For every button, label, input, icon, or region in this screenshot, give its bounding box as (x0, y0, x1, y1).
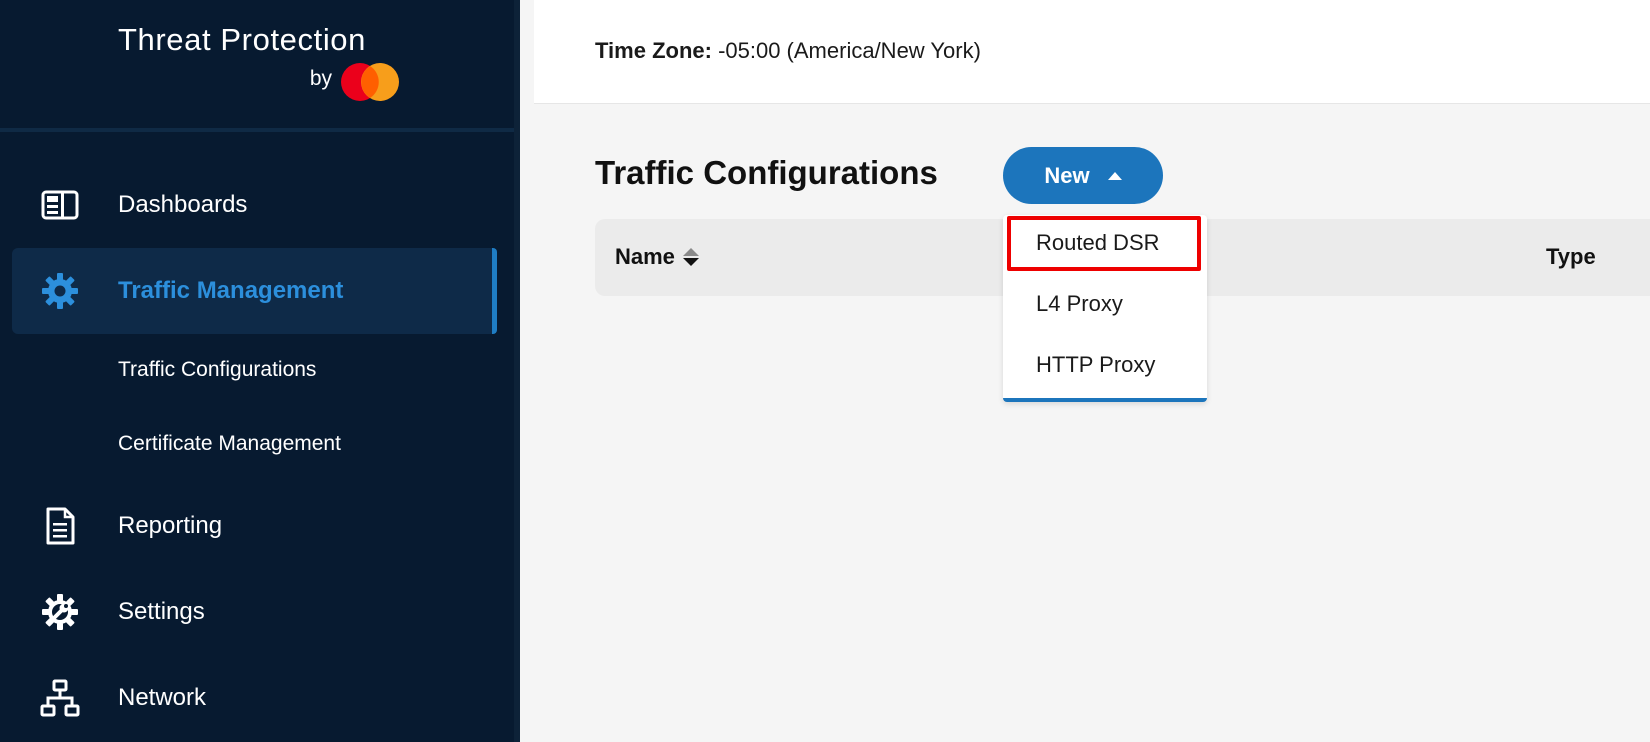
sidebar-item-label: Settings (118, 598, 205, 625)
time-zone-label: Time Zone: (595, 38, 712, 63)
top-bar: Time Zone: -05:00 (America/New York) (534, 0, 1650, 104)
dashboard-icon (41, 190, 79, 220)
sidebar-item-reporting[interactable]: Reporting (12, 483, 497, 569)
sort-icon[interactable] (682, 248, 699, 266)
sidebar-subitem-traffic-configurations[interactable]: Traffic Configurations (118, 358, 316, 382)
page-title: Traffic Configurations (595, 154, 938, 191)
sidebar-item-label: Traffic Management (118, 277, 344, 304)
caret-up-icon (1107, 171, 1122, 180)
column-header-name-label: Name (615, 244, 675, 269)
sidebar-item-dashboards[interactable]: Dashboards (12, 162, 497, 248)
brand-divider (0, 128, 514, 132)
sidebar-subitem-certificate-management[interactable]: Certificate Management (118, 432, 341, 456)
brand-logo[interactable]: Threat Protection by (118, 22, 402, 112)
sidebar-item-label: Reporting (118, 512, 223, 539)
sidebar-item-settings[interactable]: Settings (12, 569, 497, 655)
brand-title: Threat Protection (118, 22, 366, 57)
sidebar-item-label: Network (118, 684, 207, 711)
mastercard-logo-icon (341, 63, 399, 101)
menu-item-http-proxy[interactable]: HTTP Proxy (1003, 337, 1207, 393)
sidebar: Threat Protection by Dashboards Traffic … (0, 0, 520, 742)
settings-wrench-icon (42, 594, 78, 630)
brand-by-text: by (309, 67, 332, 90)
sidebar-item-label: Dashboards (118, 191, 248, 218)
column-header-type[interactable]: Type (1546, 244, 1596, 270)
menu-item-l4-proxy[interactable]: L4 Proxy (1003, 276, 1207, 332)
column-header-name[interactable]: Name (615, 244, 699, 270)
sidebar-item-traffic-management[interactable]: Traffic Management (12, 248, 497, 334)
network-icon (40, 679, 80, 717)
highlight-annotation-box (1007, 216, 1201, 271)
new-button[interactable]: New (1003, 147, 1163, 204)
time-zone-display: Time Zone: -05:00 (America/New York) (595, 38, 981, 64)
gear-icon (42, 273, 78, 309)
new-button-label: New (1044, 162, 1090, 188)
sidebar-item-network[interactable]: Network (12, 655, 497, 741)
time-zone-value: -05:00 (America/New York) (711, 38, 981, 63)
document-icon (46, 507, 75, 545)
